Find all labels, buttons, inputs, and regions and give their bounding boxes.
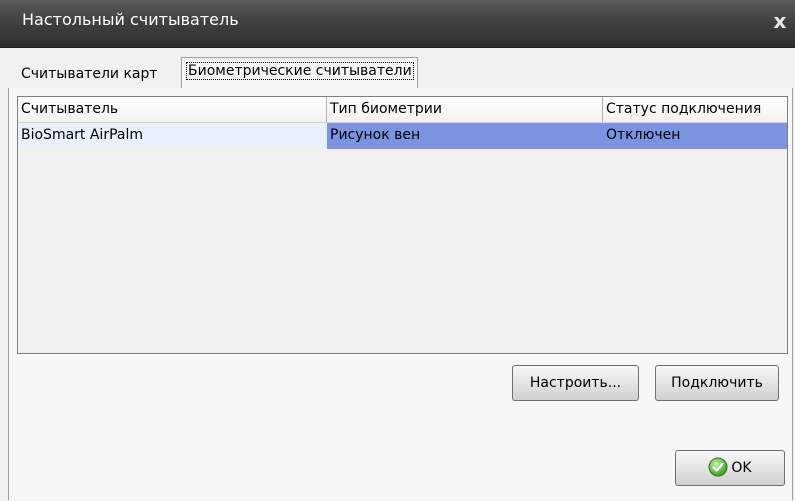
connect-button[interactable]: Подключить [655, 365, 779, 401]
column-header-reader[interactable]: Считыватель [18, 97, 327, 123]
column-header-connection-status[interactable]: Статус подключения [603, 97, 787, 123]
tab-card-readers[interactable]: Считыватели карт [16, 62, 162, 88]
column-header-biometry-type[interactable]: Тип биометрии [327, 97, 603, 123]
readers-table: Считыватель Тип биометрии Статус подключ… [17, 96, 788, 354]
tab-label: Считыватели карт [21, 66, 158, 82]
desktop-reader-dialog: Настольный считыватель x Считыватели кар… [0, 0, 795, 501]
tab-biometric-readers[interactable]: Биометрические считыватели [181, 57, 418, 89]
ok-button[interactable]: OK [675, 450, 785, 486]
tab-panel: Считыватель Тип биометрии Статус подключ… [8, 88, 793, 500]
tab-strip: Считыватели карт Биометрические считыват… [8, 56, 793, 89]
title-bar[interactable]: Настольный считыватель x [0, 0, 795, 48]
configure-button[interactable]: Настроить... [512, 365, 639, 401]
close-icon[interactable]: x [769, 9, 791, 33]
check-circle-icon [708, 457, 728, 477]
table-row-cell-reader[interactable]: BioSmart AirPalm [18, 123, 327, 149]
window-title: Настольный считыватель [22, 10, 239, 29]
tab-label: Биометрические считыватели [186, 62, 414, 80]
table-row-cell-status[interactable]: Отключен [603, 123, 787, 149]
table-row-cell-biometry-type[interactable]: Рисунок вен [327, 123, 603, 149]
ok-label: OK [731, 460, 752, 476]
